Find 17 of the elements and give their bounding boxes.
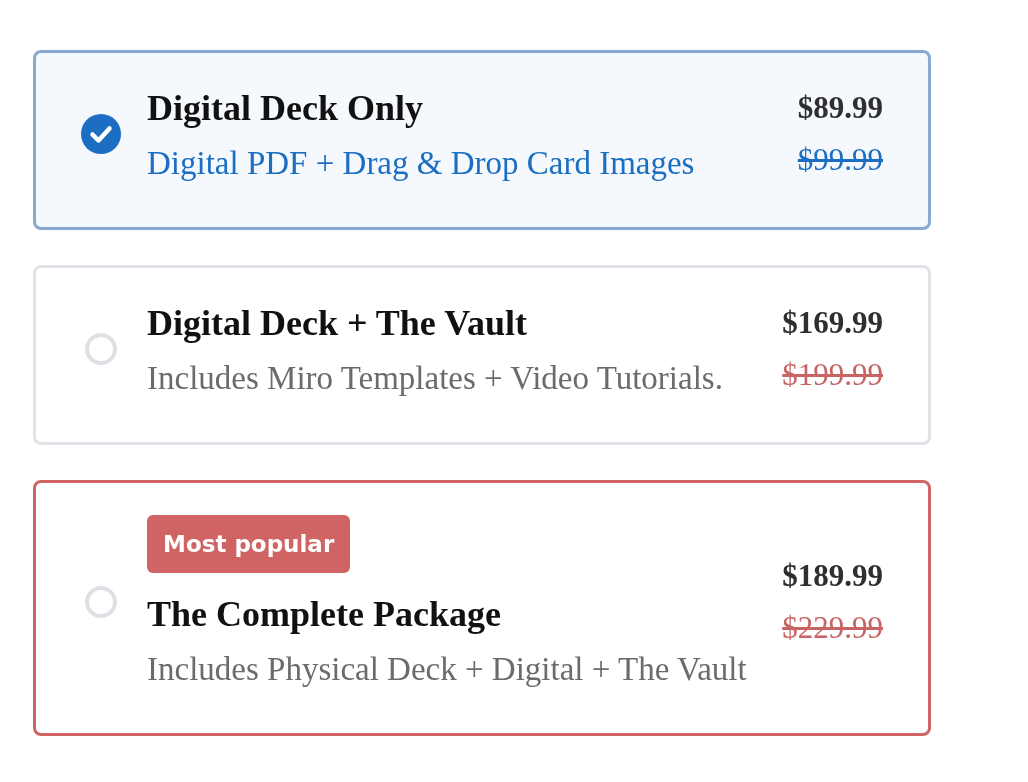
- original-price: $199.99: [782, 356, 883, 394]
- radio-button[interactable]: [81, 114, 121, 154]
- plan-card[interactable]: Digital Deck Only Digital PDF + Drag & Drop Card Images $89.99 $99.99: [33, 50, 931, 230]
- plan-card[interactable]: Digital Deck + The Vault Includes Miro Templates + Video Tutorials. $169.99 $199.99: [33, 265, 931, 445]
- plan-title: The Complete Package: [147, 593, 501, 636]
- original-price: $99.99: [797, 141, 883, 179]
- plan-card[interactable]: Most popular The Complete Package Includes Physical Deck + Digital + The Vault $189.99 $229.99: [33, 480, 931, 736]
- popular-badge: Most popular: [147, 515, 351, 573]
- original-price: $229.99: [782, 609, 883, 647]
- plan-description: Includes Physical Deck + Digital + The Vault: [147, 650, 747, 689]
- plan-description: Digital PDF + Drag & Drop Card Images: [147, 144, 695, 183]
- plan-title: Digital Deck + The Vault: [147, 302, 527, 345]
- plan-description: Includes Miro Templates + Video Tutorials.: [147, 359, 723, 398]
- price-text: $89.99: [797, 89, 883, 127]
- price-text: $169.99: [782, 304, 883, 342]
- plan-title: Digital Deck Only: [147, 87, 423, 130]
- price-text: $189.99: [782, 557, 883, 595]
